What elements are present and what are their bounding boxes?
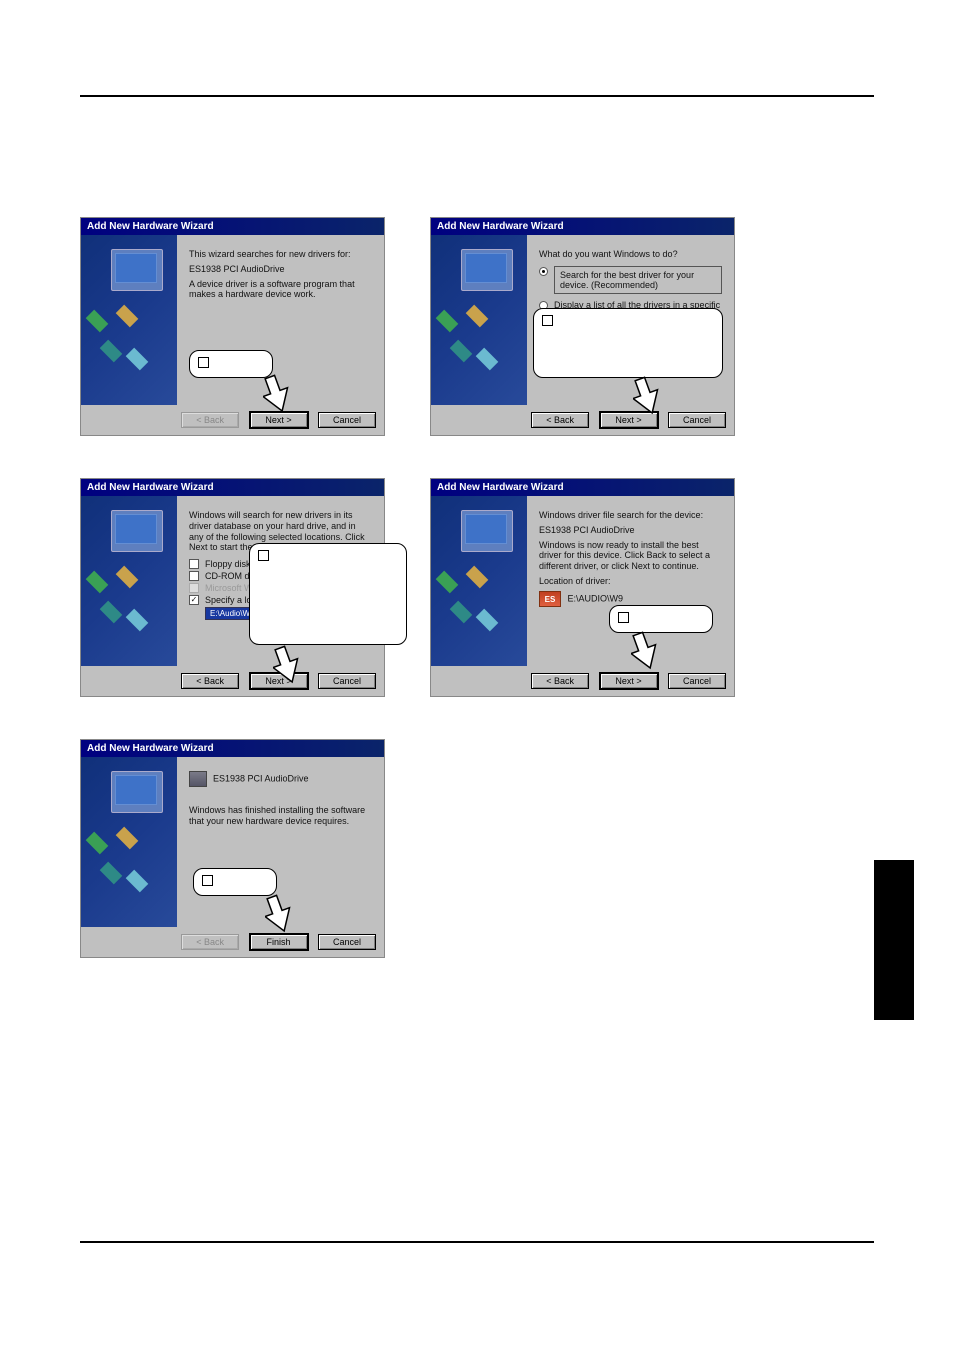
callout-step5 (193, 868, 277, 896)
arrow-icon (273, 645, 299, 685)
page-edge-tab (874, 860, 914, 1020)
callout-square-icon (202, 875, 213, 886)
location-value: E:\AUDIO\W9 (568, 593, 624, 603)
device-name: ES1938 PCI AudioDrive (189, 264, 372, 275)
dialog-body: Windows driver file search for the devic… (431, 496, 734, 666)
intro-spacer (80, 117, 874, 217)
callout-step4 (609, 605, 713, 633)
checkbox-icon-checked (189, 595, 199, 605)
dialog-body: This wizard searches for new drivers for… (81, 235, 384, 405)
wizard-graphic (81, 235, 177, 405)
text-finished: Windows has finished installing the soft… (189, 805, 372, 827)
location-label: Location of driver: (539, 576, 722, 587)
callout-square-icon (618, 612, 629, 623)
arrow-icon (263, 374, 289, 414)
row-3: Add New Hardware Wizard ES1938 PCI Audio… (80, 739, 874, 958)
callout-square-icon (198, 357, 209, 368)
radio-label: Search for the best driver for your devi… (554, 266, 722, 294)
titlebar: Add New Hardware Wizard (81, 218, 384, 235)
callout-square-icon (258, 550, 269, 561)
text-ready: Windows is now ready to install the best… (539, 540, 722, 572)
callout-step2 (533, 308, 723, 378)
text-prompt: What do you want Windows to do? (539, 249, 722, 260)
text-searches: This wizard searches for new drivers for… (189, 249, 372, 260)
wizard-graphic (431, 496, 527, 666)
wizard-step3-dialog: Add New Hardware Wizard Windows will sea… (80, 478, 385, 697)
button-bar: < Back Next > Cancel (81, 666, 384, 696)
callout-square-icon (542, 315, 553, 326)
back-button[interactable]: < Back (181, 673, 239, 689)
arrow-icon (631, 631, 657, 671)
wizard-step1-dialog: Add New Hardware Wizard This wizard sear… (80, 217, 385, 436)
footer-rule (80, 1241, 874, 1243)
page: Add New Hardware Wizard This wizard sear… (0, 0, 954, 1351)
dialog-body: ES1938 PCI AudioDrive Windows has finish… (81, 757, 384, 927)
wizard-step4-dialog: Add New Hardware Wizard Windows driver f… (430, 478, 735, 697)
header-rule (80, 95, 874, 97)
callout-step3 (249, 543, 407, 645)
arrow-icon (265, 894, 291, 934)
header-area (80, 50, 874, 95)
wizard-graphic (81, 757, 177, 927)
wizard-step5-dialog: Add New Hardware Wizard ES1938 PCI Audio… (80, 739, 385, 958)
checkbox-icon (189, 571, 199, 581)
row-2: Add New Hardware Wizard Windows will sea… (80, 478, 874, 697)
wizard-graphic (81, 496, 177, 666)
back-button[interactable]: < Back (531, 412, 589, 428)
finish-button[interactable]: Finish (250, 934, 308, 950)
button-bar: < Back Next > Cancel (431, 666, 734, 696)
device-name: ES1938 PCI AudioDrive (213, 773, 309, 783)
cancel-button[interactable]: Cancel (318, 934, 376, 950)
text-driver-desc: A device driver is a software program th… (189, 279, 372, 301)
titlebar: Add New Hardware Wizard (431, 218, 734, 235)
cancel-button[interactable]: Cancel (318, 412, 376, 428)
back-button: < Back (181, 412, 239, 428)
next-button[interactable]: Next > (600, 673, 658, 689)
cancel-button[interactable]: Cancel (668, 412, 726, 428)
checkbox-icon (189, 559, 199, 569)
back-button: < Back (181, 934, 239, 950)
titlebar: Add New Hardware Wizard (431, 479, 734, 496)
button-bar: < Back Next > Cancel (81, 405, 384, 435)
arrow-icon (633, 376, 659, 416)
wizard-graphic (431, 235, 527, 405)
wizard-step2-dialog: Add New Hardware Wizard What do you want… (430, 217, 735, 436)
radio-icon (539, 267, 548, 276)
titlebar: Add New Hardware Wizard (81, 479, 384, 496)
button-bar: < Back Next > Cancel (431, 405, 734, 435)
button-bar: < Back Finish Cancel (81, 927, 384, 957)
device-name: ES1938 PCI AudioDrive (539, 525, 722, 536)
device-icon (189, 771, 207, 787)
back-button[interactable]: < Back (531, 673, 589, 689)
radio-search-best[interactable]: Search for the best driver for your devi… (539, 266, 722, 294)
cancel-button[interactable]: Cancel (318, 673, 376, 689)
checkbox-icon (189, 583, 199, 593)
row-1: Add New Hardware Wizard This wizard sear… (80, 217, 874, 436)
callout-step1 (189, 350, 273, 378)
titlebar: Add New Hardware Wizard (81, 740, 384, 757)
driver-icon: ES (539, 591, 561, 607)
next-button[interactable]: Next > (250, 412, 308, 428)
cancel-button[interactable]: Cancel (668, 673, 726, 689)
text-search-result: Windows driver file search for the devic… (539, 510, 722, 521)
